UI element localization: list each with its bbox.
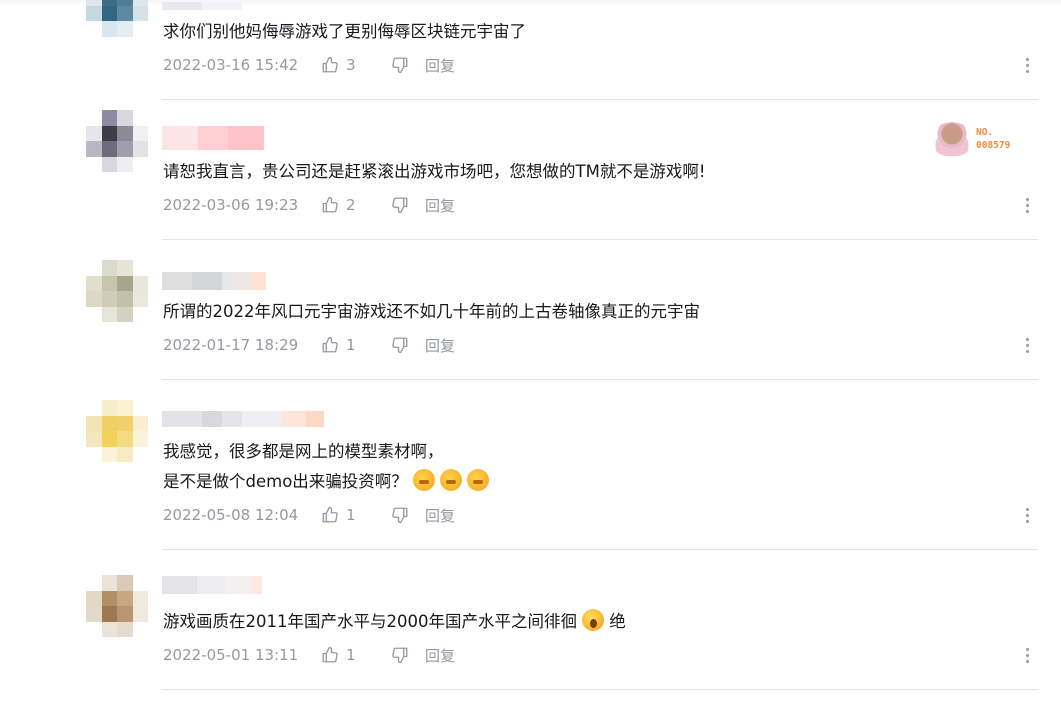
more-vertical-icon[interactable] — [1020, 644, 1034, 666]
thumbs-up-icon — [322, 646, 338, 663]
reply-button[interactable]: 回复 — [425, 645, 455, 666]
like-count: 2 — [346, 196, 356, 214]
comment-line: 求你们别他妈侮辱游戏了更别侮辱区块链元宇宙了 — [163, 22, 526, 41]
divider — [162, 239, 1038, 240]
thumbs-down-icon — [392, 647, 408, 664]
comment-meta: 2022-01-17 18:29 1 回复 — [163, 334, 455, 356]
badge-number: NO. 008579 — [976, 127, 1011, 151]
more-vertical-icon[interactable] — [1020, 54, 1034, 76]
more-vertical-icon[interactable] — [1020, 334, 1034, 356]
like-count: 1 — [346, 506, 356, 524]
like-button[interactable]: 1 — [321, 506, 391, 524]
thumbs-up-icon — [322, 336, 338, 353]
comment-line: 所谓的2022年风口元宇宙游戏还不如几十年前的上古卷轴像真正的元宇宙 — [163, 302, 700, 321]
divider — [162, 549, 1038, 550]
avatar[interactable] — [86, 110, 148, 172]
dislike-button[interactable] — [391, 506, 425, 524]
comment-meta: 2022-05-01 13:11 1 回复 — [163, 644, 455, 666]
comment-line-with-emoji: 游戏画质在2011年国产水平与2000年国产水平之间徘徊 绝 — [163, 607, 626, 637]
divider — [162, 379, 1038, 380]
comment-meta: 2022-05-08 12:04 1 回复 — [163, 504, 455, 526]
username[interactable] — [162, 2, 242, 10]
like-button[interactable]: 3 — [321, 56, 391, 74]
like-button[interactable]: 2 — [321, 196, 391, 214]
username[interactable] — [162, 576, 262, 594]
top-fade — [0, 0, 1061, 6]
comment-text: 游戏画质在2011年国产水平与2000年国产水平之间徘徊 绝 — [163, 607, 626, 637]
reply-button[interactable]: 回复 — [425, 505, 455, 526]
avatar[interactable] — [86, 0, 148, 52]
thumbs-down-icon — [392, 337, 408, 354]
comment-meta: 2022-03-16 15:42 3 回复 — [163, 54, 455, 76]
thumbs-down-icon — [392, 57, 408, 74]
comment-meta: 2022-03-06 19:23 2 回复 — [163, 194, 455, 216]
money-mouth-emoji-icon — [467, 469, 490, 491]
more-vertical-icon[interactable] — [1020, 504, 1034, 526]
more-vertical-icon[interactable] — [1020, 194, 1034, 216]
comment-time: 2022-01-17 18:29 — [163, 336, 299, 354]
thumbs-down-icon — [392, 507, 408, 524]
like-count: 3 — [346, 56, 356, 74]
comment-line: 请恕我直言，贵公司还是赶紧滚出游戏市场吧，您想做的TM就不是游戏啊! — [163, 162, 706, 181]
reply-button[interactable]: 回复 — [425, 195, 455, 216]
badge-avatar-icon — [932, 122, 972, 156]
avatar[interactable] — [86, 400, 148, 462]
money-mouth-emoji-icon — [413, 469, 436, 491]
reply-button[interactable]: 回复 — [425, 335, 455, 356]
like-button[interactable]: 1 — [321, 646, 391, 664]
comment-line: 我感觉，很多都是网上的模型素材啊， — [163, 442, 444, 461]
dislike-button[interactable] — [391, 336, 425, 354]
comment-text: 所谓的2022年风口元宇宙游戏还不如几十年前的上古卷轴像真正的元宇宙 — [163, 297, 700, 327]
dislike-button[interactable] — [391, 56, 425, 74]
like-button[interactable]: 1 — [321, 336, 391, 354]
fan-badge: NO. 008579 — [932, 122, 1032, 156]
dislike-button[interactable] — [391, 196, 425, 214]
thumbs-up-icon — [322, 196, 338, 213]
dislike-button[interactable] — [391, 646, 425, 664]
thumbs-up-icon — [322, 506, 338, 523]
thumbs-down-icon — [392, 197, 408, 214]
comment-time: 2022-05-01 13:11 — [163, 646, 299, 664]
comment-text: 我感觉，很多都是网上的模型素材啊， 是不是做个demo出来骗投资啊？ — [163, 437, 494, 497]
username[interactable] — [162, 126, 266, 150]
divider — [162, 99, 1038, 100]
like-count: 1 — [346, 646, 356, 664]
comment-line-with-emoji: 是不是做个demo出来骗投资啊？ — [163, 467, 494, 497]
comment-time: 2022-05-08 12:04 — [163, 506, 299, 524]
reply-button[interactable]: 回复 — [425, 55, 455, 76]
comment-text: 求你们别他妈侮辱游戏了更别侮辱区块链元宇宙了 — [163, 17, 526, 47]
username[interactable] — [162, 411, 324, 427]
comment-time: 2022-03-06 19:23 — [163, 196, 299, 214]
thumbs-up-icon — [322, 56, 338, 73]
like-count: 1 — [346, 336, 356, 354]
avatar[interactable] — [86, 575, 148, 637]
avatar[interactable] — [86, 260, 148, 322]
divider — [162, 689, 1038, 690]
username[interactable] — [162, 272, 266, 290]
comment-time: 2022-03-16 15:42 — [163, 56, 299, 74]
shocked-emoji-icon — [582, 609, 605, 631]
comment-text: 请恕我直言，贵公司还是赶紧滚出游戏市场吧，您想做的TM就不是游戏啊! — [163, 157, 705, 187]
money-mouth-emoji-icon — [440, 469, 463, 491]
